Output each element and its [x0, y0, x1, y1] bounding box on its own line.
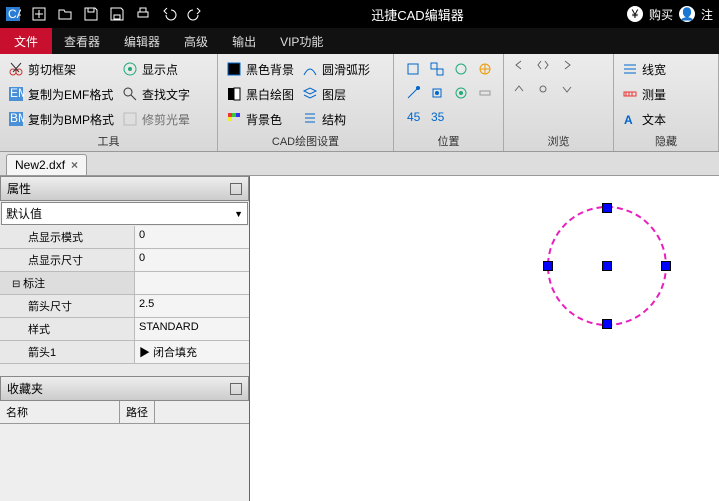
prop-value[interactable]: 0	[135, 226, 249, 248]
print-icon[interactable]	[130, 0, 156, 28]
menu-output[interactable]: 输出	[220, 29, 268, 54]
pin-icon[interactable]	[230, 183, 242, 195]
tab-name: New2.dxf	[15, 158, 65, 172]
buy-link[interactable]: 购买	[649, 6, 673, 23]
text-button[interactable]: A文本	[622, 108, 666, 130]
svg-text:BMP: BMP	[10, 111, 24, 125]
pos-icon-5[interactable]	[402, 82, 424, 104]
tab-close-icon[interactable]: ×	[71, 158, 78, 172]
browse-tools	[512, 58, 582, 131]
menu-file[interactable]: 文件	[0, 28, 52, 54]
svg-text:45°: 45°	[407, 110, 420, 124]
menu-editor[interactable]: 编辑器	[112, 29, 172, 54]
prop-value[interactable]: 0	[135, 249, 249, 271]
open-icon[interactable]	[52, 0, 78, 28]
app-title: 迅捷CAD编辑器	[208, 5, 627, 24]
position-tools: 45° 35°	[402, 58, 496, 131]
pos-icon-10[interactable]: 35°	[426, 106, 448, 128]
struct-button[interactable]: 结构	[302, 108, 370, 130]
nav-right-icon[interactable]	[560, 58, 582, 80]
svg-text:35°: 35°	[431, 110, 444, 124]
pos-icon-6[interactable]	[426, 82, 448, 104]
favorites-header: 收藏夹	[0, 376, 249, 401]
grip-top[interactable]	[602, 203, 612, 213]
svg-text:EMF: EMF	[10, 86, 24, 100]
nav-up-icon[interactable]	[512, 82, 534, 104]
login-link[interactable]: 注	[701, 6, 713, 23]
prop-value[interactable]: STANDARD	[135, 318, 249, 340]
menu-advanced[interactable]: 高级	[172, 29, 220, 54]
menu-vip[interactable]: VIP功能	[268, 29, 335, 54]
prop-value[interactable]: ▶ 闭合填充	[135, 341, 249, 363]
property-grid: 点显示模式0 点显示尺寸0 标注 箭头尺寸2.5 样式STANDARD 箭头1▶…	[0, 226, 249, 364]
prop-label: 箭头1	[0, 341, 135, 363]
measure-button[interactable]: 测量	[622, 83, 666, 105]
grip-left[interactable]	[543, 261, 553, 271]
nav-both-icon[interactable]	[536, 58, 558, 80]
svg-text:CAD: CAD	[8, 7, 21, 21]
pos-icon-4[interactable]	[474, 58, 496, 80]
prop-label: 点显示模式	[0, 226, 135, 248]
prop-label: 点显示尺寸	[0, 249, 135, 271]
pos-icon-1[interactable]	[402, 58, 424, 80]
fav-col-path[interactable]: 路径	[120, 401, 155, 423]
black-bg-button[interactable]: 黑色背景	[226, 58, 294, 80]
linewidth-button[interactable]: 线宽	[622, 58, 666, 80]
prop-label: 箭头尺寸	[0, 295, 135, 317]
copy-bmp-button[interactable]: BMP复制为BMP格式	[8, 108, 114, 130]
menu-viewer[interactable]: 查看器	[52, 29, 112, 54]
properties-header: 属性	[0, 176, 249, 201]
pos-icon-2[interactable]	[426, 58, 448, 80]
pos-icon-9[interactable]: 45°	[402, 106, 424, 128]
currency-icon[interactable]: ¥	[627, 6, 643, 22]
bw-draw-button[interactable]: 黑白绘图	[226, 83, 294, 105]
default-combo[interactable]: 默认值▼	[1, 202, 248, 225]
document-tab[interactable]: New2.dxf ×	[6, 154, 87, 175]
group-pos-label: 位置	[402, 131, 495, 149]
group-hide-label: 隐藏	[622, 131, 710, 149]
prop-value[interactable]: 2.5	[135, 295, 249, 317]
grip-right[interactable]	[661, 261, 671, 271]
copy-emf-button[interactable]: EMF复制为EMF格式	[8, 83, 114, 105]
layer-button[interactable]: 图层	[302, 83, 370, 105]
show-point-button[interactable]: 显示点	[122, 58, 190, 80]
find-text-button[interactable]: 查找文字	[122, 83, 190, 105]
dropdown-arrow-icon: ▼	[234, 209, 243, 219]
pin-icon[interactable]	[230, 383, 242, 395]
grip-center[interactable]	[602, 261, 612, 271]
trim-halo-button[interactable]: 修剪光晕	[122, 108, 190, 130]
pos-icon-3[interactable]	[450, 58, 472, 80]
smooth-arc-button[interactable]: 圆滑弧形	[302, 58, 370, 80]
pos-icon-8[interactable]	[474, 82, 496, 104]
group-tools-label: 工具	[8, 131, 209, 149]
nav-down-icon[interactable]	[560, 82, 582, 104]
group-cad-label: CAD绘图设置	[226, 131, 385, 149]
redo-icon[interactable]	[182, 0, 208, 28]
save-icon[interactable]	[78, 0, 104, 28]
fav-col-name[interactable]: 名称	[0, 401, 120, 423]
app-icon: CAD	[0, 0, 26, 28]
pos-icon-7[interactable]	[450, 82, 472, 104]
nav-left-icon[interactable]	[512, 58, 534, 80]
user-icon[interactable]: 👤	[679, 6, 695, 22]
new-icon[interactable]	[26, 0, 52, 28]
drawing-canvas[interactable]	[250, 176, 719, 501]
group-browse-label: 浏览	[512, 131, 605, 149]
nav-center-icon[interactable]	[536, 82, 558, 104]
bg-color-button[interactable]: 背景色	[226, 108, 294, 130]
svg-text:A: A	[624, 113, 633, 127]
grip-bottom[interactable]	[602, 319, 612, 329]
prop-category[interactable]: 标注	[0, 272, 135, 294]
clip-frame-button[interactable]: 剪切框架	[8, 58, 114, 80]
saveas-icon[interactable]	[104, 0, 130, 28]
undo-icon[interactable]	[156, 0, 182, 28]
prop-label: 样式	[0, 318, 135, 340]
